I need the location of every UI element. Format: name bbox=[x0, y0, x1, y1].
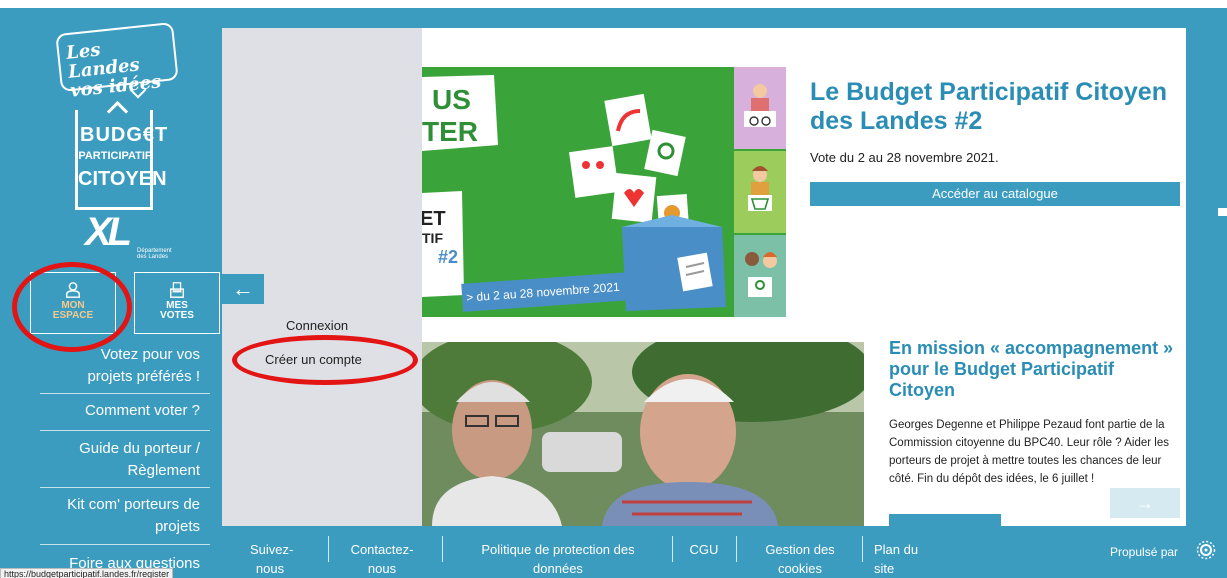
article-title[interactable]: En mission « accompagnement » pour le Bu… bbox=[889, 338, 1179, 401]
logo-tagline: Les Landes vos idées bbox=[65, 39, 163, 102]
mes-votes-button[interactable]: MES VOTES bbox=[134, 272, 220, 334]
sidebar-item-guide-porteur[interactable]: Guide du porteur / Règlement bbox=[40, 438, 200, 482]
logo-participatif-word: PARTICIPATIF bbox=[78, 150, 152, 162]
next-arrow-button[interactable]: → bbox=[1110, 488, 1180, 518]
status-bar-url: https://budgetparticipatif.landes.fr/reg… bbox=[0, 568, 174, 578]
menu-divider bbox=[40, 487, 210, 488]
feature-title[interactable]: Le Budget Participatif Citoyen des Lande… bbox=[810, 78, 1180, 136]
bike-person-icon bbox=[744, 84, 776, 127]
footer-divider bbox=[442, 536, 443, 562]
sidebar-item-kit-com[interactable]: Kit com' porteurs de projets bbox=[40, 494, 200, 538]
footer-link-suivez[interactable]: Suivez-nous bbox=[250, 540, 293, 578]
side-cell-plant bbox=[734, 235, 786, 317]
powered-by-label: Propulsé par bbox=[1110, 545, 1179, 559]
annotation-circle-mon-espace bbox=[12, 262, 132, 352]
logo-budget-word: BUDG€T bbox=[80, 124, 169, 146]
mes-votes-label-2: VOTES bbox=[160, 310, 194, 321]
side-cell-basket bbox=[734, 151, 786, 233]
catalogue-button[interactable]: Accéder au catalogue bbox=[810, 182, 1180, 206]
feature-subtitle: Vote du 2 au 28 novembre 2021. bbox=[810, 150, 999, 165]
logo-citoyen-word: CITOYEN bbox=[78, 168, 167, 190]
basket-person-icon bbox=[748, 166, 772, 211]
back-arrow-button[interactable]: ← bbox=[222, 274, 264, 304]
plant-person-icon bbox=[745, 252, 777, 297]
xl-logo-mark: XL bbox=[85, 210, 132, 254]
menu-divider bbox=[40, 393, 210, 394]
banner-text-2: #2 bbox=[438, 247, 458, 267]
budget-logo-box: BUDG€T PARTICIPATIF CITOYEN bbox=[75, 110, 169, 210]
gear-icon[interactable] bbox=[1196, 540, 1216, 560]
footer-link-contactez[interactable]: Contactez-nous bbox=[342, 540, 422, 578]
article-photo[interactable] bbox=[422, 342, 864, 526]
banner-text-tif: TIF bbox=[422, 230, 443, 246]
side-cell-bike bbox=[734, 67, 786, 149]
footer-divider bbox=[672, 536, 673, 562]
edge-handle-icon[interactable] bbox=[1218, 208, 1227, 216]
ballot-box-icon bbox=[169, 282, 185, 298]
article-summary: Georges Degenne et Philippe Pezaud font … bbox=[889, 419, 1169, 485]
footer-divider bbox=[862, 536, 863, 562]
menu-divider bbox=[40, 430, 210, 431]
banner-text-us: US bbox=[432, 84, 471, 115]
footer-link-plan[interactable]: Plan du site bbox=[874, 540, 934, 578]
footer-link-cookies[interactable]: Gestion des cookies bbox=[752, 540, 848, 578]
connexion-link[interactable]: Connexion bbox=[286, 318, 348, 333]
footer-divider bbox=[736, 536, 737, 562]
footer-link-politique[interactable]: Politique de protection des données bbox=[460, 540, 656, 578]
footer-divider bbox=[328, 536, 329, 562]
banner-side-strip bbox=[734, 67, 786, 317]
menu-divider bbox=[40, 544, 210, 545]
banner-text-ter: TER bbox=[422, 116, 478, 147]
article-read-more-button[interactable] bbox=[889, 514, 1001, 526]
sidebar-item-comment-voter[interactable]: Comment voter ? bbox=[40, 400, 200, 422]
departement-logo: XL Département des Landes bbox=[85, 210, 172, 262]
banner-text-et: ET bbox=[422, 208, 446, 230]
departement-label: Département des Landes bbox=[137, 248, 172, 260]
photo-two-men bbox=[422, 342, 864, 526]
annotation-circle-creer-compte bbox=[232, 335, 418, 385]
footer-link-cgu[interactable]: CGU bbox=[684, 540, 724, 559]
